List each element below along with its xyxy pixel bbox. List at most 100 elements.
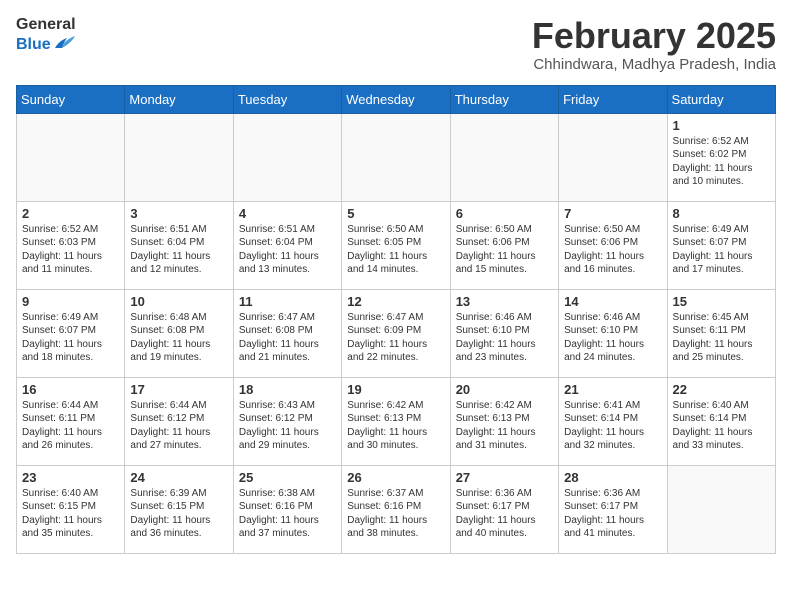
page-header: General Blue February 2025 Chhindwara, M… [16,16,776,73]
day-info: Sunrise: 6:51 AM Sunset: 6:04 PM Dayligh… [239,223,336,277]
calendar-week-row: 23 Sunrise: 6:40 AM Sunset: 6:15 PM Dayli… [17,465,776,553]
day-number: 25 [239,470,336,485]
calendar-day: 8 Sunrise: 6:49 AM Sunset: 6:07 PM Daylig… [667,201,775,289]
calendar-day: 18 Sunrise: 6:43 AM Sunset: 6:12 PM Dayli… [233,377,341,465]
weekday-header-tuesday: Tuesday [233,85,341,113]
weekday-header-saturday: Saturday [667,85,775,113]
day-info: Sunrise: 6:43 AM Sunset: 6:12 PM Dayligh… [239,399,336,453]
day-info: Sunrise: 6:41 AM Sunset: 6:14 PM Dayligh… [564,399,661,453]
calendar-day: 15 Sunrise: 6:45 AM Sunset: 6:11 PM Dayli… [667,289,775,377]
day-info: Sunrise: 6:37 AM Sunset: 6:16 PM Dayligh… [347,487,444,541]
day-number: 27 [456,470,553,485]
day-number: 1 [673,118,770,133]
weekday-header-monday: Monday [125,85,233,113]
day-info: Sunrise: 6:50 AM Sunset: 6:06 PM Dayligh… [564,223,661,277]
month-title: February 2025 [532,16,776,56]
day-info: Sunrise: 6:40 AM Sunset: 6:14 PM Dayligh… [673,399,770,453]
day-number: 16 [22,382,119,397]
calendar-table: SundayMondayTuesdayWednesdayThursdayFrid… [16,85,776,554]
calendar-day: 6 Sunrise: 6:50 AM Sunset: 6:06 PM Daylig… [450,201,558,289]
weekday-header-friday: Friday [559,85,667,113]
calendar-day: 7 Sunrise: 6:50 AM Sunset: 6:06 PM Daylig… [559,201,667,289]
day-info: Sunrise: 6:44 AM Sunset: 6:12 PM Dayligh… [130,399,227,453]
day-info: Sunrise: 6:36 AM Sunset: 6:17 PM Dayligh… [456,487,553,541]
logo-text: General Blue [16,16,76,56]
day-number: 8 [673,206,770,221]
day-info: Sunrise: 6:49 AM Sunset: 6:07 PM Dayligh… [22,311,119,365]
calendar-day: 22 Sunrise: 6:40 AM Sunset: 6:14 PM Dayli… [667,377,775,465]
calendar-day: 1 Sunrise: 6:52 AM Sunset: 6:02 PM Daylig… [667,113,775,201]
weekday-header-wednesday: Wednesday [342,85,450,113]
day-info: Sunrise: 6:47 AM Sunset: 6:09 PM Dayligh… [347,311,444,365]
day-number: 14 [564,294,661,309]
day-number: 12 [347,294,444,309]
day-number: 10 [130,294,227,309]
calendar-day: 26 Sunrise: 6:37 AM Sunset: 6:16 PM Dayli… [342,465,450,553]
weekday-header-thursday: Thursday [450,85,558,113]
day-info: Sunrise: 6:46 AM Sunset: 6:10 PM Dayligh… [456,311,553,365]
calendar-day [667,465,775,553]
weekday-header-sunday: Sunday [17,85,125,113]
logo-bird-icon [53,34,75,52]
day-info: Sunrise: 6:50 AM Sunset: 6:05 PM Dayligh… [347,223,444,277]
calendar-day: 20 Sunrise: 6:42 AM Sunset: 6:13 PM Dayli… [450,377,558,465]
calendar-day: 2 Sunrise: 6:52 AM Sunset: 6:03 PM Daylig… [17,201,125,289]
calendar-day [450,113,558,201]
day-info: Sunrise: 6:36 AM Sunset: 6:17 PM Dayligh… [564,487,661,541]
day-info: Sunrise: 6:46 AM Sunset: 6:10 PM Dayligh… [564,311,661,365]
calendar-week-row: 2 Sunrise: 6:52 AM Sunset: 6:03 PM Daylig… [17,201,776,289]
day-info: Sunrise: 6:49 AM Sunset: 6:07 PM Dayligh… [673,223,770,277]
calendar-week-row: 1 Sunrise: 6:52 AM Sunset: 6:02 PM Daylig… [17,113,776,201]
calendar-day: 17 Sunrise: 6:44 AM Sunset: 6:12 PM Dayli… [125,377,233,465]
calendar-day: 9 Sunrise: 6:49 AM Sunset: 6:07 PM Daylig… [17,289,125,377]
day-number: 5 [347,206,444,221]
day-number: 2 [22,206,119,221]
calendar-day: 24Sunrise: 6:39 AM Sunset: 6:15 PM Dayli… [125,465,233,553]
day-number: 28 [564,470,661,485]
calendar-day: 28 Sunrise: 6:36 AM Sunset: 6:17 PM Dayli… [559,465,667,553]
day-number: 18 [239,382,336,397]
day-number: 3 [130,206,227,221]
location: Chhindwara, Madhya Pradesh, India [532,56,776,73]
calendar-day [233,113,341,201]
calendar-day [125,113,233,201]
calendar-day: 5 Sunrise: 6:50 AM Sunset: 6:05 PM Daylig… [342,201,450,289]
day-number: 24 [130,470,227,485]
calendar-day [559,113,667,201]
day-info: Sunrise: 6:42 AM Sunset: 6:13 PM Dayligh… [456,399,553,453]
day-number: 20 [456,382,553,397]
calendar-day: 16 Sunrise: 6:44 AM Sunset: 6:11 PM Dayli… [17,377,125,465]
day-info: Sunrise: 6:45 AM Sunset: 6:11 PM Dayligh… [673,311,770,365]
day-number: 17 [130,382,227,397]
day-number: 7 [564,206,661,221]
calendar-day: 4Sunrise: 6:51 AM Sunset: 6:04 PM Daylig… [233,201,341,289]
day-info: Sunrise: 6:50 AM Sunset: 6:06 PM Dayligh… [456,223,553,277]
calendar-week-row: 9 Sunrise: 6:49 AM Sunset: 6:07 PM Daylig… [17,289,776,377]
day-number: 22 [673,382,770,397]
day-number: 9 [22,294,119,309]
day-info: Sunrise: 6:42 AM Sunset: 6:13 PM Dayligh… [347,399,444,453]
day-number: 21 [564,382,661,397]
day-info: Sunrise: 6:40 AM Sunset: 6:15 PM Dayligh… [22,487,119,541]
calendar-day: 21 Sunrise: 6:41 AM Sunset: 6:14 PM Dayli… [559,377,667,465]
day-number: 6 [456,206,553,221]
calendar-day: 27 Sunrise: 6:36 AM Sunset: 6:17 PM Dayli… [450,465,558,553]
day-info: Sunrise: 6:52 AM Sunset: 6:03 PM Dayligh… [22,223,119,277]
weekday-header-row: SundayMondayTuesdayWednesdayThursdayFrid… [17,85,776,113]
day-number: 23 [22,470,119,485]
calendar-day: 19 Sunrise: 6:42 AM Sunset: 6:13 PM Dayli… [342,377,450,465]
day-info: Sunrise: 6:38 AM Sunset: 6:16 PM Dayligh… [239,487,336,541]
logo: General Blue [16,16,76,56]
day-number: 26 [347,470,444,485]
calendar-day: 13 Sunrise: 6:46 AM Sunset: 6:10 PM Dayli… [450,289,558,377]
day-info: Sunrise: 6:44 AM Sunset: 6:11 PM Dayligh… [22,399,119,453]
day-number: 15 [673,294,770,309]
day-info: Sunrise: 6:52 AM Sunset: 6:02 PM Dayligh… [673,135,770,189]
logo-general: General [16,16,76,34]
calendar-day: 14 Sunrise: 6:46 AM Sunset: 6:10 PM Dayli… [559,289,667,377]
calendar-week-row: 16 Sunrise: 6:44 AM Sunset: 6:11 PM Dayli… [17,377,776,465]
day-number: 13 [456,294,553,309]
day-number: 19 [347,382,444,397]
calendar-day [342,113,450,201]
calendar-day: 10Sunrise: 6:48 AM Sunset: 6:08 PM Dayli… [125,289,233,377]
